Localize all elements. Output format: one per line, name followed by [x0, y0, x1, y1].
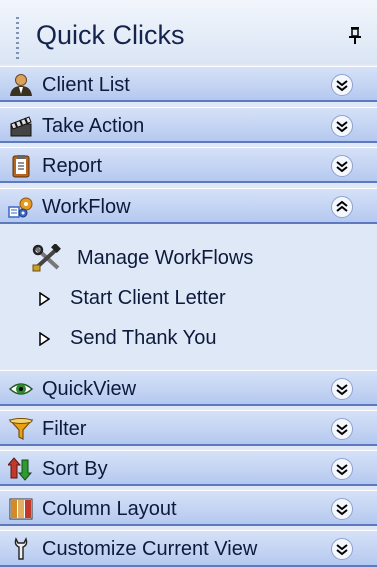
- chevron-down-icon[interactable]: [330, 73, 354, 97]
- panel-title: Quick Clicks: [36, 20, 185, 50]
- chevron-up-icon[interactable]: [330, 195, 354, 219]
- section-take-action[interactable]: Take Action: [0, 107, 377, 143]
- section-filter[interactable]: Filter: [0, 410, 377, 446]
- section-quickview[interactable]: QuickView: [0, 370, 377, 406]
- section-label: Column Layout: [42, 498, 177, 520]
- section-sort-by[interactable]: Sort By: [0, 450, 377, 486]
- section-workflow[interactable]: WorkFlow: [0, 188, 377, 224]
- list-item-label: Manage WorkFlows: [77, 247, 254, 269]
- list-item-label: Start Client Letter: [70, 287, 226, 309]
- drag-grip-icon[interactable]: [16, 17, 19, 61]
- section-label: QuickView: [42, 378, 137, 400]
- columns-icon: [9, 498, 33, 520]
- clipboard-icon: [12, 155, 30, 178]
- section-label: Take Action: [42, 115, 145, 137]
- wrench-icon: [14, 537, 28, 560]
- clapperboard-icon: [10, 116, 32, 137]
- workflow-items-list: Manage WorkFlows Start Client Letter Sen…: [0, 228, 377, 368]
- chevron-down-icon[interactable]: [330, 114, 354, 138]
- quick-clicks-panel: Quick Clicks Client List Take Action Rep…: [0, 0, 377, 567]
- list-item-start-client-letter[interactable]: Start Client Letter: [0, 280, 377, 316]
- section-label: Customize Current View: [42, 538, 258, 560]
- funnel-icon: [8, 418, 34, 440]
- pin-icon[interactable]: [348, 26, 362, 44]
- section-customize-current-view[interactable]: Customize Current View: [0, 530, 377, 567]
- chevron-down-icon[interactable]: [330, 417, 354, 441]
- list-item-label: Send Thank You: [70, 327, 217, 349]
- section-label: Filter: [42, 418, 87, 440]
- tools-icon: [32, 244, 61, 272]
- section-label: Report: [42, 155, 103, 177]
- play-triangle-icon: [39, 292, 50, 306]
- chevron-down-icon[interactable]: [330, 457, 354, 481]
- chevron-down-icon[interactable]: [330, 497, 354, 521]
- sort-arrows-icon: [8, 457, 33, 481]
- section-report[interactable]: Report: [0, 147, 377, 183]
- chevron-down-icon[interactable]: [330, 154, 354, 178]
- section-client-list[interactable]: Client List: [0, 66, 377, 102]
- section-label: WorkFlow: [42, 196, 131, 218]
- list-item-manage-workflows[interactable]: Manage WorkFlows: [0, 240, 377, 276]
- chevron-down-icon[interactable]: [330, 537, 354, 561]
- play-triangle-icon: [39, 332, 50, 346]
- chevron-down-icon[interactable]: [330, 377, 354, 401]
- eye-icon: [8, 383, 34, 395]
- person-icon: [10, 74, 32, 96]
- section-label: Sort By: [42, 458, 108, 480]
- list-item-send-thank-you[interactable]: Send Thank You: [0, 320, 377, 356]
- section-label: Client List: [42, 74, 130, 96]
- workflow-gears-icon: [8, 197, 33, 218]
- section-column-layout[interactable]: Column Layout: [0, 490, 377, 526]
- panel-titlebar: Quick Clicks: [0, 0, 377, 64]
